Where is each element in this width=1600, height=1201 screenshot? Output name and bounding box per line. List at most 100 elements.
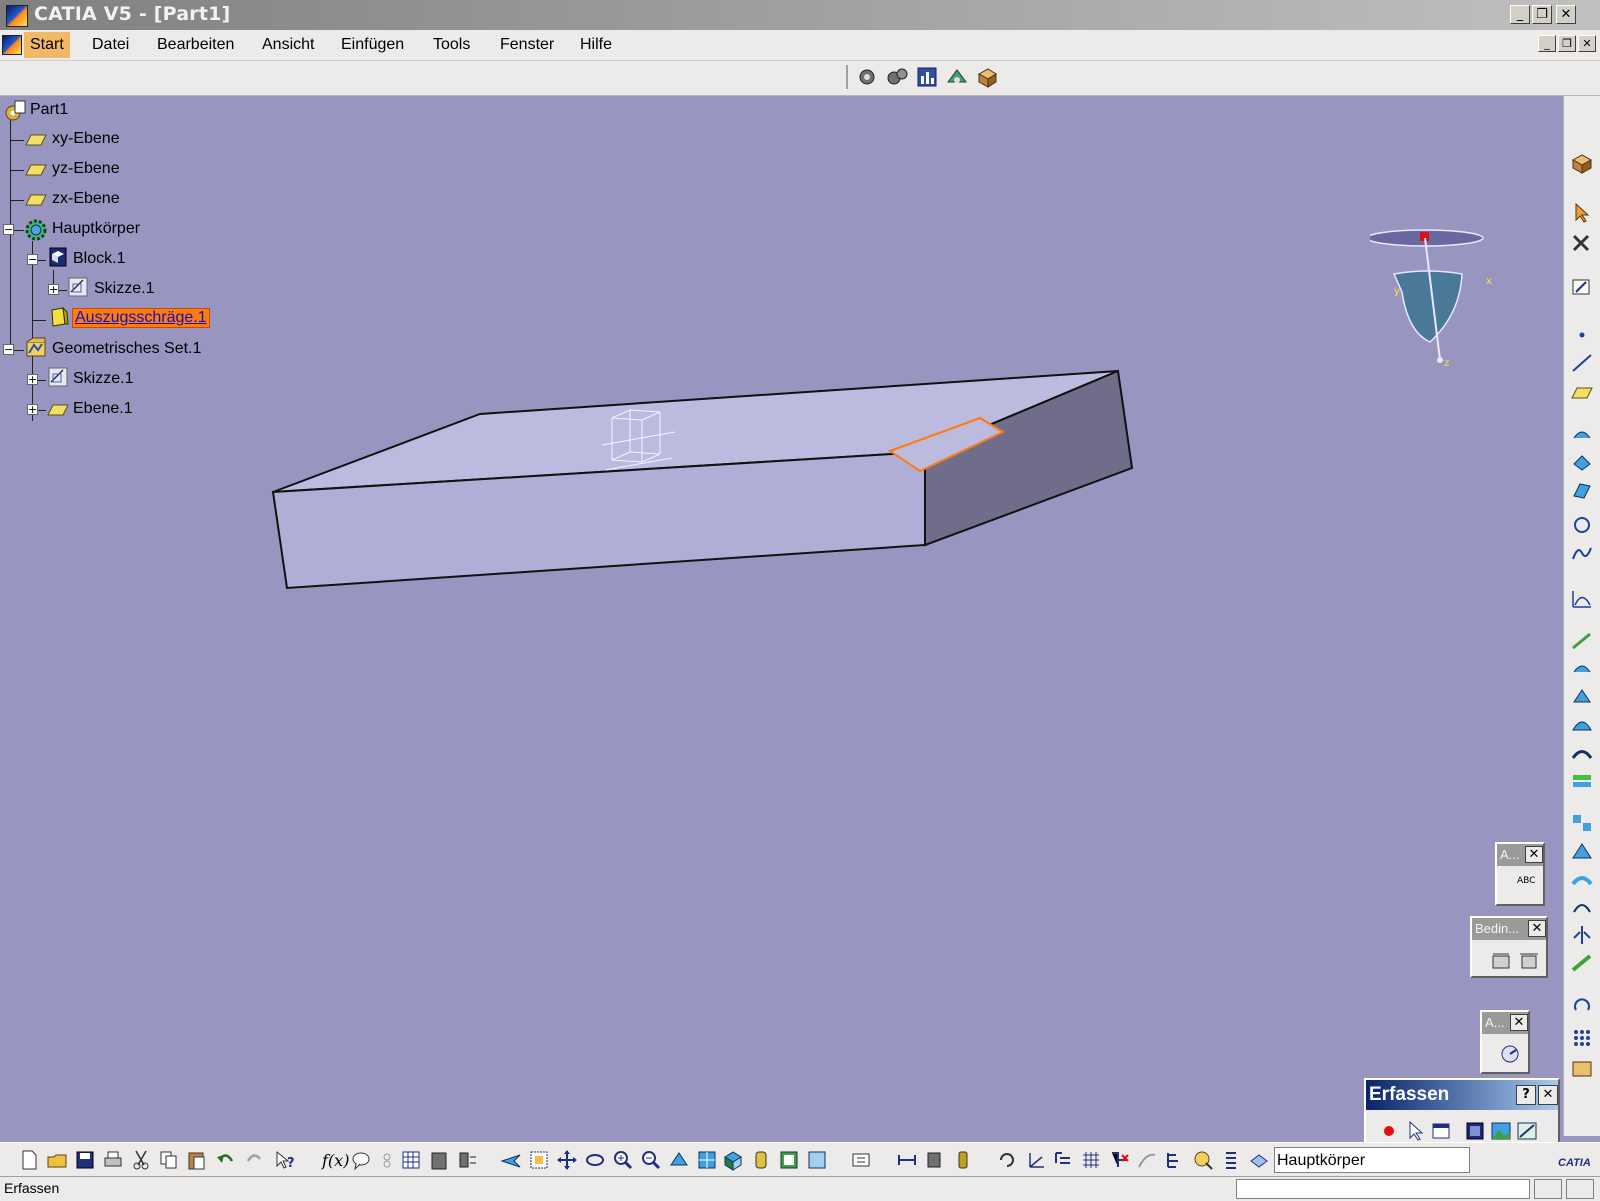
sphere-surface-icon[interactable] [1570,478,1594,500]
save-icon[interactable] [74,1149,96,1171]
fillet-icon[interactable] [1570,868,1594,890]
law-icon[interactable] [1570,1058,1594,1080]
tree-item-zx-plane[interactable]: zx-Ebene [52,190,120,208]
hide-show-icon[interactable] [778,1149,800,1171]
list-icon[interactable] [1220,1149,1242,1171]
extrapolate-icon[interactable] [1570,952,1594,974]
menu-start[interactable]: Start [24,32,70,58]
shading-icon[interactable] [750,1149,772,1171]
annotation-palette[interactable]: A... ✕ ABC [1495,842,1545,906]
multi-section-icon[interactable] [1570,742,1594,764]
axis-system-icon[interactable] [1024,1149,1046,1171]
command-button-2[interactable] [1566,1179,1594,1199]
tree-item-sketch1[interactable]: Skizze.1 [94,280,154,298]
part-design-icon[interactable] [1570,152,1594,174]
collapse-toggle[interactable]: − [27,254,38,265]
part-root-icon[interactable] [4,100,26,122]
menu-fenster[interactable]: Fenster [500,36,554,54]
line-icon[interactable] [1570,352,1594,374]
plane-icon[interactable] [1570,382,1594,404]
split-icon[interactable] [1570,840,1594,862]
comment-icon[interactable] [350,1149,372,1171]
catalog-browser-icon[interactable] [1192,1149,1214,1171]
gears-icon[interactable] [886,66,908,88]
menu-tools[interactable]: Tools [433,36,470,54]
tree-reorder-icon[interactable] [1052,1149,1074,1171]
tree-item-geometrical-set[interactable]: Geometrisches Set.1 [52,340,201,358]
expand-toggle[interactable]: + [27,374,38,385]
inertia-icon[interactable] [952,1149,974,1171]
tree-item-plane1[interactable]: Ebene.1 [73,400,133,418]
formula-icon[interactable]: f(x) [322,1151,349,1170]
multi-view-icon[interactable] [696,1149,718,1171]
catalog-icon[interactable] [428,1149,450,1171]
sketcher-icon[interactable] [1570,276,1594,298]
record-icon[interactable] [1378,1120,1400,1142]
tree-item-block1[interactable]: Block.1 [73,250,125,268]
gear-icon[interactable] [856,66,878,88]
spline-icon[interactable] [1570,542,1594,564]
print-icon[interactable] [102,1149,124,1171]
zoom-out-icon[interactable] [640,1149,662,1171]
options-icon[interactable] [1516,1120,1538,1142]
point-icon[interactable] [1570,324,1594,346]
redo-icon[interactable] [244,1149,266,1171]
part-design-icon[interactable] [976,66,998,88]
album-icon[interactable] [1464,1120,1486,1142]
contact-constraint-icon[interactable] [1518,950,1540,972]
select-arrow-icon[interactable] [1570,202,1594,224]
swap-space-icon[interactable] [806,1149,828,1171]
curvature-icon[interactable] [1136,1149,1158,1171]
update-icon[interactable] [996,1149,1018,1171]
circle-icon[interactable] [1570,514,1594,536]
paste-icon[interactable] [186,1149,208,1171]
erfassen-close-button[interactable]: ✕ [1538,1085,1558,1105]
annotation-palette-close[interactable]: ✕ [1525,846,1543,863]
knowledge-icon[interactable] [456,1149,478,1171]
open-folder-icon[interactable] [46,1149,68,1171]
document-icon[interactable] [2,35,22,55]
select-arrow-icon[interactable] [1404,1120,1426,1142]
close-button[interactable]: ✕ [1556,5,1576,24]
analysis-palette-close[interactable]: ✕ [1510,1014,1528,1031]
tree-root-part1[interactable]: Part1 [30,101,68,119]
measure-icon[interactable] [1498,1042,1522,1066]
tree-item-xy-plane[interactable]: xy-Ebene [52,130,120,148]
loft-icon[interactable] [1570,686,1594,708]
menu-hilfe[interactable]: Hilfe [580,36,612,54]
iso-view-icon[interactable] [722,1149,744,1171]
tree-item-main-body[interactable]: Hauptkörper [52,220,140,238]
measure-item-icon[interactable] [924,1149,946,1171]
analysis-chart-icon[interactable] [916,66,938,88]
menu-bearbeiten[interactable]: Bearbeiten [157,36,234,54]
measure-between-icon[interactable] [896,1149,918,1171]
toolbar-grip[interactable] [846,65,848,89]
pattern-icon[interactable] [1570,1026,1594,1048]
analysis-palette[interactable]: A... ✕ [1480,1010,1530,1074]
pan-icon[interactable] [556,1149,578,1171]
new-icon[interactable] [18,1149,40,1171]
import-icon[interactable] [850,1149,872,1171]
menu-einfuegen[interactable]: Einfügen [341,36,404,54]
erfassen-help-button[interactable]: ? [1516,1085,1536,1105]
doc-close-button[interactable]: ✕ [1578,35,1596,52]
offset-icon[interactable] [1570,770,1594,792]
tree-item-draft1-selected[interactable]: Auszugsschräge.1 [72,308,210,328]
symmetry-icon[interactable] [1570,924,1594,946]
zoom-in-icon[interactable] [612,1149,634,1171]
copy-icon[interactable] [158,1149,180,1171]
expand-toggle[interactable]: + [27,404,38,415]
image-icon[interactable] [1490,1120,1512,1142]
join-icon[interactable] [1570,812,1594,834]
command-input[interactable] [1236,1179,1530,1199]
constraints-palette[interactable]: Bedin... ✕ [1470,916,1548,978]
sweep-icon[interactable] [1570,630,1594,652]
undo-icon[interactable] [214,1149,236,1171]
text-abc-icon[interactable]: ABC [1517,876,1535,886]
minimize-button[interactable]: _ [1510,5,1530,24]
grid-icon[interactable] [1080,1149,1102,1171]
capture-window-icon[interactable] [1430,1120,1452,1142]
tree-item-yz-plane[interactable]: yz-Ebene [52,160,120,178]
doc-restore-button[interactable]: ❐ [1558,35,1576,52]
rotate-icon[interactable] [1570,996,1594,1018]
